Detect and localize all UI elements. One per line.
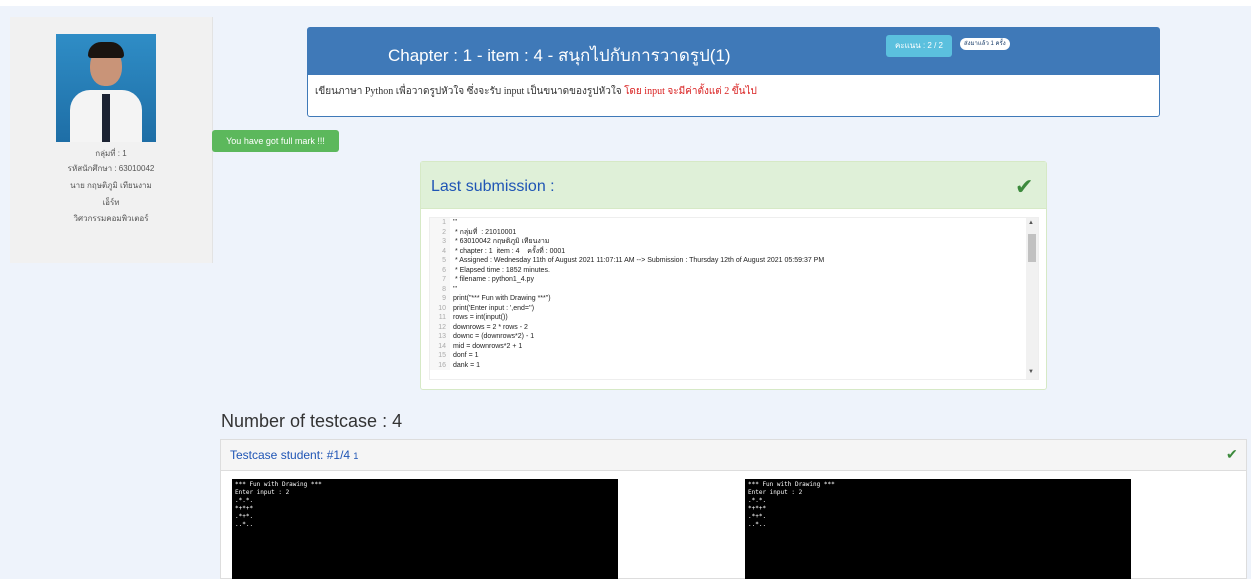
sidebar-name: นาย กฤษติภูมิ เทียนงาม bbox=[70, 181, 152, 190]
line-text: print("*** Fun with Drawing ***") bbox=[453, 295, 551, 302]
code-line: 16 dank = 1 bbox=[430, 360, 1038, 370]
check-icon: ✔ bbox=[1226, 446, 1238, 462]
code-line: 8 ''' bbox=[430, 284, 1038, 294]
attempt-badge: ส่งมาแล้ว 1 ครั้ง bbox=[960, 38, 1010, 50]
line-text: * กลุ่มที่ : 21010001 bbox=[453, 228, 517, 236]
code-line: 6 * Elapsed time : 1852 minutes. bbox=[430, 265, 1038, 275]
student-output-terminal: *** Fun with Drawing *** Enter input : 2… bbox=[745, 479, 1131, 579]
full-mark-badge: You have got full mark !!! bbox=[212, 130, 339, 152]
description-constraint: โดย input จะมีค่าตั้งแต่ 2 ขึ้นไป bbox=[624, 86, 757, 97]
chapter-description: เขียนภาษา Python เพื่อวาดรูปหัวใจ ซึ่งจะ… bbox=[315, 84, 757, 99]
line-number: 1 bbox=[430, 218, 450, 228]
sidebar-student-id: รหัสนักศึกษา : 63010042 bbox=[67, 164, 155, 173]
line-text: donf = 1 bbox=[453, 352, 479, 359]
line-number: 5 bbox=[430, 256, 450, 266]
submission-title: Last submission : bbox=[431, 178, 555, 195]
line-text: * filename : python1_4.py bbox=[453, 276, 534, 283]
testcase-label[interactable]: Testcase student: #1/4 bbox=[230, 448, 350, 462]
line-number: 16 bbox=[430, 360, 450, 370]
line-text: * Elapsed time : 1852 minutes. bbox=[453, 266, 550, 274]
code-line: 2 * กลุ่มที่ : 21010001 bbox=[430, 227, 1038, 237]
line-number: 13 bbox=[430, 332, 450, 342]
top-bar bbox=[0, 0, 1251, 6]
line-text: * 63010042 กฤษติภูมิ เทียนงาม bbox=[453, 238, 550, 245]
scroll-thumb[interactable] bbox=[1028, 234, 1036, 262]
line-number: 12 bbox=[430, 322, 450, 332]
code-line: 4 * chapter : 1 item : 4 ครั้งที่ : 0001 bbox=[430, 246, 1038, 256]
code-line: 15 donf = 1 bbox=[430, 351, 1038, 361]
description-text: เขียนภาษา Python เพื่อวาดรูปหัวใจ ซึ่งจะ… bbox=[315, 86, 625, 97]
testcase-title[interactable]: Testcase student: #1/4 1 bbox=[230, 448, 358, 462]
sidebar-faculty: วิศวกรรมคอมพิวเตอร์ bbox=[73, 214, 149, 223]
line-number: 10 bbox=[430, 303, 450, 313]
line-text: rows = int(input()) bbox=[453, 314, 508, 321]
line-number: 14 bbox=[430, 341, 450, 351]
chapter-header: Chapter : 1 - item : 4 - สนุกไปกับการวาด… bbox=[308, 28, 1159, 75]
chapter-panel: Chapter : 1 - item : 4 - สนุกไปกับการวาด… bbox=[307, 27, 1160, 117]
line-text: * Assigned : Wednesday 11th of August 20… bbox=[453, 257, 825, 264]
testcase-panel: Testcase student: #1/4 1 ✔ *** Fun with … bbox=[220, 439, 1247, 579]
check-icon: ✔ bbox=[1015, 174, 1034, 199]
line-number: 7 bbox=[430, 275, 450, 285]
code-line: 10 print('Enter input : ',end='') bbox=[430, 303, 1038, 313]
line-text: ''' bbox=[453, 285, 458, 293]
sidebar-group: กลุ่มที่ : 1 bbox=[95, 149, 127, 158]
code-line: 5 * Assigned : Wednesday 11th of August … bbox=[430, 256, 1038, 266]
code-line: 1 ''' bbox=[430, 218, 1038, 228]
score-badge: คะแนน : 2 / 2 bbox=[886, 35, 952, 57]
line-text: ''' bbox=[453, 219, 458, 226]
line-text: dank = 1 bbox=[453, 361, 481, 369]
code-line: 7 * filename : python1_4.py bbox=[430, 275, 1038, 285]
code-line: 11 rows = int(input()) bbox=[430, 313, 1038, 323]
expected-output-terminal: *** Fun with Drawing *** Enter input : 2… bbox=[232, 479, 618, 579]
scroll-down-icon[interactable]: ▼ bbox=[1028, 369, 1034, 375]
chapter-title: Chapter : 1 - item : 4 - สนุกไปกับการวาด… bbox=[388, 46, 731, 65]
line-text: downrows = 2 * rows - 2 bbox=[453, 323, 528, 331]
submission-header: Last submission : ✔ bbox=[421, 162, 1046, 209]
last-submission-panel: Last submission : ✔ 1 ''' 2 * กลุ่มที่ : 2… bbox=[420, 161, 1047, 390]
avatar bbox=[56, 34, 156, 142]
code-line: 3 * 63010042 กฤษติภูมิ เทียนงาม bbox=[430, 237, 1038, 247]
line-text: * chapter : 1 item : 4 ครั้งที่ : 0001 bbox=[453, 247, 566, 255]
line-number: 3 bbox=[430, 237, 450, 247]
code-line: 13 downc = (downrows*2) - 1 bbox=[430, 332, 1038, 342]
sidebar-role: เอ็ร์ท bbox=[102, 198, 120, 207]
code-line: 12 downrows = 2 * rows - 2 bbox=[430, 322, 1038, 332]
line-number: 2 bbox=[430, 227, 450, 237]
testcase-header[interactable]: Testcase student: #1/4 1 ✔ bbox=[221, 440, 1246, 471]
code-viewer[interactable]: 1 ''' 2 * กลุ่มที่ : 21010001 3 * 63010042 … bbox=[429, 217, 1039, 380]
line-text: print('Enter input : ',end='') bbox=[453, 304, 535, 312]
code-scrollbar[interactable]: ▲ ▼ bbox=[1026, 218, 1038, 379]
line-number: 15 bbox=[430, 351, 450, 361]
scroll-up-icon[interactable]: ▲ bbox=[1028, 220, 1034, 226]
line-number: 6 bbox=[430, 265, 450, 275]
testcase-number: 1 bbox=[353, 451, 359, 461]
line-text: downc = (downrows*2) - 1 bbox=[453, 333, 535, 340]
testcase-count: Number of testcase : 4 bbox=[221, 411, 403, 431]
line-text: mid = downrows*2 + 1 bbox=[453, 342, 523, 350]
line-number: 9 bbox=[430, 294, 450, 304]
line-number: 4 bbox=[430, 246, 450, 256]
sidebar-profile: กลุ่มที่ : 1 รหัสนักศึกษา : 63010042 นาย… bbox=[10, 17, 213, 263]
line-number: 8 bbox=[430, 284, 450, 294]
code-line: 9 print("*** Fun with Drawing ***") bbox=[430, 294, 1038, 304]
code-line: 14 mid = downrows*2 + 1 bbox=[430, 341, 1038, 351]
line-number: 11 bbox=[430, 313, 450, 323]
